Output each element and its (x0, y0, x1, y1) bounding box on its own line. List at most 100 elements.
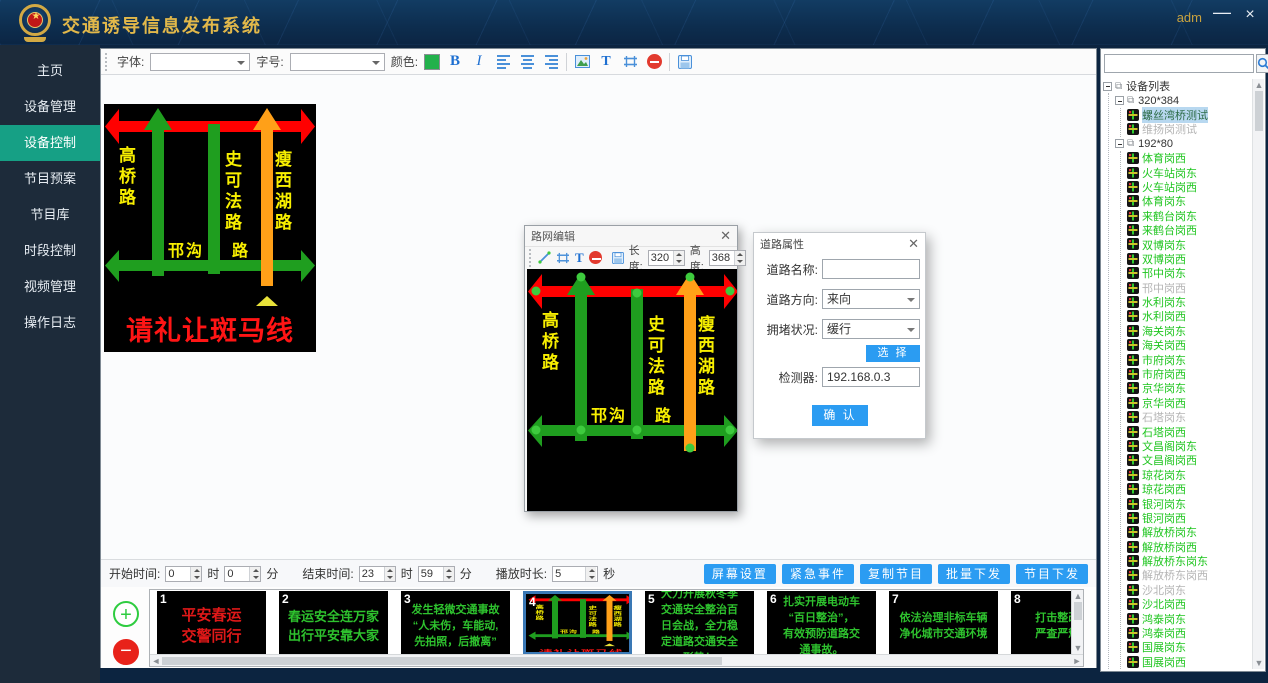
tree-device[interactable]: 海关岗西 (1127, 338, 1253, 352)
height-input[interactable]: 368 (709, 250, 746, 266)
sidebar-item-3[interactable]: 设备控制 (0, 125, 100, 161)
spinner-up[interactable] (735, 251, 745, 258)
stop-icon[interactable] (645, 53, 663, 71)
tree-device[interactable]: 螺丝湾桥测试 (1127, 108, 1253, 122)
text-icon[interactable]: T (597, 53, 615, 71)
tree-device[interactable]: 鸿泰岗东 (1127, 611, 1253, 625)
action-button-3[interactable]: 复制节目 (860, 564, 932, 584)
tree-device[interactable]: 体育岗西 (1127, 151, 1253, 165)
color-swatch[interactable] (424, 54, 440, 70)
font-select[interactable] (150, 53, 250, 71)
close-button[interactable]: × (1240, 6, 1260, 24)
tree-device[interactable]: 邗中岗西 (1127, 280, 1253, 294)
remove-program-button[interactable]: − (113, 639, 139, 665)
action-button-1[interactable]: 屏幕设置 (704, 564, 776, 584)
program-thumbnail-3[interactable]: 3发生轻微交通事故“人未伤，车能动,先拍照，后撤离” (401, 591, 510, 655)
program-thumbnail-2[interactable]: 2春运安全连万家出行平安靠大家 (279, 591, 388, 655)
tree-device[interactable]: 银河岗东 (1127, 496, 1253, 510)
save-icon[interactable] (612, 249, 624, 267)
program-thumbnail-5[interactable]: 5大力开展秋冬季交通安全整治百日会战，全力稳定道路交通安全形势！ (645, 591, 754, 655)
tree-device[interactable]: 沙北岗西 (1127, 597, 1253, 611)
tree-device[interactable]: 解放桥岗东 (1127, 525, 1253, 539)
minimize-button[interactable]: — (1212, 2, 1232, 23)
length-input[interactable]: 320 (648, 250, 685, 266)
align-center-icon[interactable] (518, 53, 536, 71)
confirm-button[interactable]: 确 认 (812, 405, 868, 426)
action-button-5[interactable]: 节目下发 (1016, 564, 1088, 584)
tree-device[interactable]: 国展岗西 (1127, 655, 1253, 669)
program-thumbnail-6[interactable]: 6扎实开展电动车“百日整治”，有效预防道路交通事故。 (767, 591, 876, 655)
close-icon[interactable]: ✕ (720, 228, 731, 244)
stop-icon[interactable] (589, 249, 602, 267)
tree-device[interactable]: 市府岗西 (1127, 367, 1253, 381)
italic-icon[interactable]: I (470, 53, 488, 71)
tree-device[interactable]: 文昌阁岗东 (1127, 439, 1253, 453)
scroll-right-arrow[interactable]: ► (1071, 656, 1083, 666)
spinner-down[interactable] (735, 258, 745, 265)
tree-device[interactable]: 国展岗东 (1127, 640, 1253, 654)
spinner-down[interactable] (674, 258, 684, 265)
tree-device[interactable]: 双博岗西 (1127, 252, 1253, 266)
tree-device[interactable]: 石塔岗西 (1127, 424, 1253, 438)
start-hour-input[interactable]: 0 (165, 566, 202, 582)
tree-device[interactable]: 体育岗东 (1127, 194, 1253, 208)
detector-field[interactable]: 192.168.0.3 (822, 367, 920, 387)
text-icon[interactable]: T (575, 249, 584, 267)
tree-device[interactable]: 解放桥东岗东 (1127, 554, 1253, 568)
bold-icon[interactable]: B (446, 53, 464, 71)
tree-device[interactable]: 石塔岗东 (1127, 410, 1253, 424)
sidebar-item-5[interactable]: 节目库 (0, 197, 100, 233)
tree-device[interactable]: 琼花岗西 (1127, 482, 1253, 496)
collapse-icon[interactable] (1115, 139, 1124, 148)
tree-device[interactable]: 市府岗东 (1127, 352, 1253, 366)
tree-device[interactable]: 水利岗西 (1127, 309, 1253, 323)
road-name-field[interactable] (822, 259, 920, 279)
tree-device[interactable]: 维扬岗测试 (1127, 122, 1253, 136)
tree-device[interactable]: 来鹤台岗东 (1127, 209, 1253, 223)
sidebar-item-8[interactable]: 操作日志 (0, 305, 100, 341)
tree-device[interactable]: 鸿泰岗西 (1127, 626, 1253, 640)
program-thumbnail-1[interactable]: 1平安春运交警同行 (157, 591, 266, 655)
tree-device[interactable]: 海关岗东 (1127, 324, 1253, 338)
align-left-icon[interactable] (494, 53, 512, 71)
tree-device[interactable]: 火车站岗东 (1127, 165, 1253, 179)
tree-device[interactable]: 解放桥岗西 (1127, 540, 1253, 554)
image-icon[interactable] (573, 53, 591, 71)
scroll-down-arrow[interactable]: ▼ (1072, 643, 1084, 653)
collapse-icon[interactable] (1103, 82, 1112, 91)
program-vertical-scrollbar[interactable]: ▲ ▼ (1071, 590, 1083, 654)
end-hour-input[interactable]: 23 (359, 566, 396, 582)
collapse-icon[interactable] (1115, 96, 1124, 105)
tree-device[interactable]: 银河岗西 (1127, 511, 1253, 525)
tree-device[interactable]: 沙北岗东 (1127, 583, 1253, 597)
align-right-icon[interactable] (542, 53, 560, 71)
line-icon[interactable] (538, 249, 551, 267)
add-program-button[interactable]: + (113, 601, 139, 627)
tree-device[interactable]: 京华岗西 (1127, 396, 1253, 410)
road-direction-select[interactable]: 来向 (822, 289, 920, 309)
sidebar-item-2[interactable]: 设备管理 (0, 89, 100, 125)
tree-device[interactable]: 火车站岗西 (1127, 180, 1253, 194)
action-button-4[interactable]: 批量下发 (938, 564, 1010, 584)
select-detector-button[interactable]: 选 择 (866, 345, 920, 362)
program-thumbnail-7[interactable]: 7依法治理非标车辆净化城市交通环境 (889, 591, 998, 655)
congestion-select[interactable]: 缓行 (822, 319, 920, 339)
sidebar-item-7[interactable]: 视频管理 (0, 269, 100, 305)
program-thumbnail-4[interactable]: 4 高桥路 史可法路 瘦西湖路 邗沟 路 请礼让斑马线 (523, 591, 632, 655)
tree-device[interactable]: 双博岗东 (1127, 237, 1253, 251)
tree-device[interactable]: 水利岗东 (1127, 295, 1253, 309)
size-select[interactable] (290, 53, 385, 71)
tree-group-192*80[interactable]: ⧉192*80 (1115, 137, 1253, 151)
tree-group-320*384[interactable]: ⧉320*384 (1115, 93, 1253, 107)
scroll-left-arrow[interactable]: ◄ (150, 656, 162, 666)
tree-device[interactable]: 来鹤台岗西 (1127, 223, 1253, 237)
sidebar-item-4[interactable]: 节目预案 (0, 161, 100, 197)
spinner-up[interactable] (674, 251, 684, 258)
end-minute-input[interactable]: 59 (418, 566, 455, 582)
edit-canvas[interactable]: 高桥路 史可法路 瘦西湖路 邗沟 路 请礼让斑马线 路网编辑 ✕ T (101, 75, 1096, 559)
tree-device[interactable]: 解放桥东岗西 (1127, 568, 1253, 582)
start-minute-input[interactable]: 0 (224, 566, 261, 582)
scroll-down-arrow[interactable]: ▼ (1253, 658, 1265, 668)
action-button-2[interactable]: 紧急事件 (782, 564, 854, 584)
road-icon[interactable] (556, 249, 570, 267)
